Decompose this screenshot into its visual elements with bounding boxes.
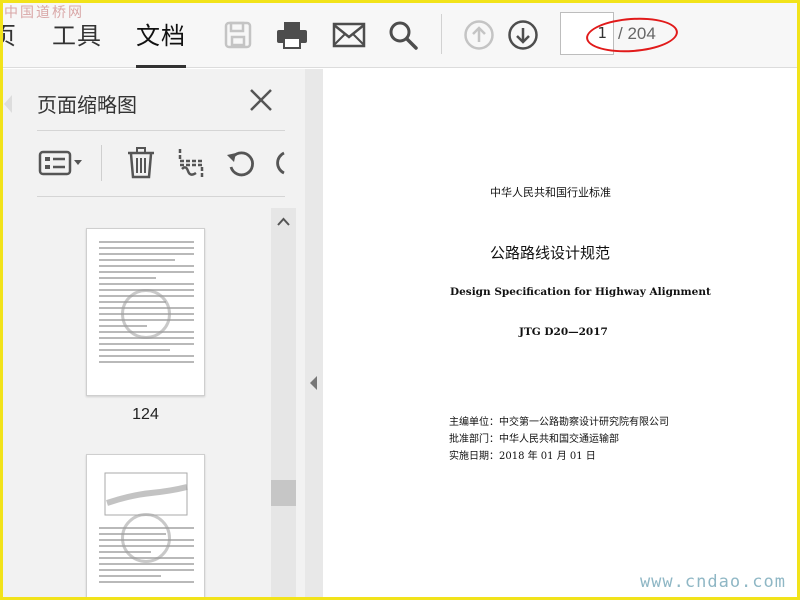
scroll-up-icon[interactable]: [271, 214, 296, 230]
doc-standard-type: 中华人民共和国行业标准: [490, 186, 611, 199]
pane-title: 页面缩略图: [37, 93, 137, 117]
document-page: 中华人民共和国行业标准 公路路线设计规范 Design Specificatio…: [323, 69, 800, 600]
thumbnail-label: 124: [132, 406, 159, 423]
pane-splitter[interactable]: [305, 69, 323, 600]
doc-organization: 主编单位：中交第一公路勘察设计研究院有限公司: [449, 417, 669, 428]
thumbnail-list: 124: [0, 208, 270, 600]
tab-document[interactable]: 文档: [136, 16, 186, 51]
watermark-stamp-icon: [121, 289, 171, 339]
pane-pointer-icon: [4, 95, 12, 113]
page-down-icon[interactable]: [505, 17, 541, 53]
toolbar-separator: [441, 14, 442, 54]
doc-title-english: Design Specification for Highway Alignme…: [450, 286, 711, 298]
doc-effective-date: 实施日期：2018 年 01 月 01 日: [449, 451, 596, 462]
doc-title-chinese: 公路路线设计规范: [490, 244, 611, 262]
thumbnail-options-icon[interactable]: [37, 145, 85, 181]
close-icon[interactable]: [247, 86, 275, 114]
delete-icon[interactable]: [124, 145, 158, 181]
top-toolbar: 页 工具 文档 1 / 204: [0, 0, 800, 68]
scrollbar-thumb[interactable]: [271, 480, 296, 506]
watermark-top: 中国道桥网: [4, 5, 84, 21]
page-thumbnail[interactable]: [86, 228, 205, 396]
page-thumbnail[interactable]: [86, 454, 205, 600]
watermark-stamp-icon: [121, 513, 171, 563]
pane-divider: [37, 130, 285, 131]
doc-standard-code: JTG D20—2017: [519, 326, 608, 338]
extract-icon[interactable]: [174, 145, 208, 181]
thumbnail-scrollbar[interactable]: [271, 208, 296, 600]
page-up-icon[interactable]: [461, 17, 497, 53]
pane-toolbar-separator: [101, 145, 102, 181]
active-tab-indicator: [136, 65, 186, 68]
doc-approver: 批准部门：中华人民共和国交通运输部: [449, 434, 619, 445]
save-icon[interactable]: [220, 17, 256, 53]
print-icon[interactable]: [274, 17, 310, 53]
collapse-pane-icon[interactable]: [310, 376, 317, 390]
document-viewer[interactable]: 中华人民共和国行业标准 公路路线设计规范 Design Specificatio…: [323, 69, 800, 600]
search-icon[interactable]: [385, 17, 421, 53]
rotate-icon[interactable]: [224, 145, 258, 181]
thumbnail-pane: 页面缩略图 124: [0, 69, 305, 600]
thumbnail-chart-icon: [104, 472, 188, 516]
email-icon[interactable]: [331, 17, 367, 53]
pane-divider: [37, 196, 285, 197]
rotate-clockwise-icon[interactable]: [272, 145, 286, 181]
watermark-bottom: www.cndao.com: [639, 572, 786, 592]
